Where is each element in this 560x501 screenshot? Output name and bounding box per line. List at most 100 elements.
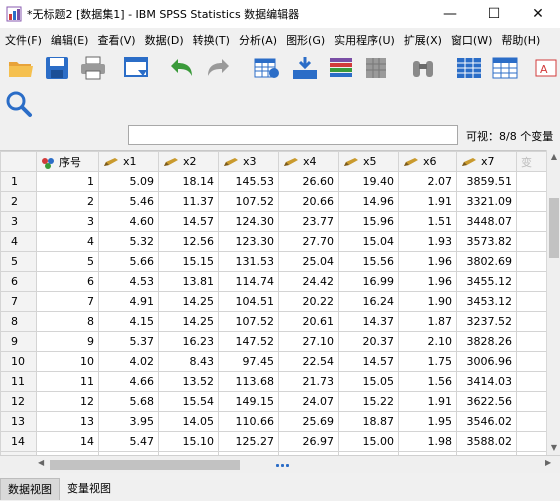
data-cell[interactable]: 3546.02: [456, 411, 517, 432]
data-cell[interactable]: 4.53: [98, 271, 159, 292]
data-cell[interactable]: 14.25: [158, 291, 219, 312]
data-cell[interactable]: 20.61: [278, 311, 339, 332]
data-cell[interactable]: 3802.69: [456, 251, 517, 272]
data-cell[interactable]: 18.87: [338, 411, 399, 432]
data-cell[interactable]: 19.40: [338, 171, 399, 192]
weight-cases-icon[interactable]: [490, 54, 520, 82]
data-cell[interactable]: 2.10: [398, 331, 457, 352]
column-header-x1[interactable]: x1: [98, 151, 159, 172]
data-cell[interactable]: 110.66: [218, 411, 279, 432]
data-cell[interactable]: 3321.09: [456, 191, 517, 212]
menu-file[interactable]: 文件(F): [0, 32, 46, 48]
horizontal-scrollbar[interactable]: ◀ ▶: [0, 455, 560, 473]
data-cell[interactable]: 3453.12: [456, 291, 517, 312]
menu-help[interactable]: 帮助(H): [496, 32, 544, 48]
data-cell[interactable]: 4.66: [98, 371, 159, 392]
close-button[interactable]: ✕: [516, 0, 560, 28]
data-cell[interactable]: 1.90: [398, 291, 457, 312]
data-cell[interactable]: 2: [36, 191, 99, 212]
column-header-x5[interactable]: x5: [338, 151, 399, 172]
data-cell[interactable]: 124.30: [218, 211, 279, 232]
data-cell[interactable]: 1.91: [398, 191, 457, 212]
data-cell[interactable]: 3414.03: [456, 371, 517, 392]
data-cell[interactable]: 107.52: [218, 311, 279, 332]
data-cell[interactable]: 14.25: [158, 311, 219, 332]
data-cell[interactable]: 11: [36, 371, 99, 392]
data-cell[interactable]: 25.69: [278, 411, 339, 432]
row-number-cell[interactable]: 4: [0, 231, 37, 252]
column-header-id[interactable]: 序号: [36, 151, 99, 172]
search-icon[interactable]: [4, 90, 34, 118]
cell-value-field[interactable]: [128, 125, 458, 145]
data-cell[interactable]: 20.37: [338, 331, 399, 352]
data-cell[interactable]: 15.15: [158, 251, 219, 272]
data-cell[interactable]: 14.37: [338, 311, 399, 332]
vertical-scrollbar[interactable]: ▲ ▼: [546, 150, 560, 455]
data-cell[interactable]: 1.56: [398, 371, 457, 392]
data-cell[interactable]: 114.74: [218, 271, 279, 292]
data-cell[interactable]: 1.95: [398, 411, 457, 432]
print-icon[interactable]: [78, 54, 108, 82]
row-number-cell[interactable]: 5: [0, 251, 37, 272]
maximize-button[interactable]: ☐: [472, 0, 516, 28]
goto-variable-icon[interactable]: [290, 54, 320, 82]
data-cell[interactable]: 4.91: [98, 291, 159, 312]
data-cell[interactable]: 4.60: [98, 211, 159, 232]
data-cell[interactable]: 14.57: [338, 351, 399, 372]
undo-icon[interactable]: [166, 54, 196, 82]
data-cell[interactable]: 21.73: [278, 371, 339, 392]
variables-icon[interactable]: [326, 54, 356, 82]
data-cell[interactable]: 113.68: [218, 371, 279, 392]
data-cell[interactable]: 5.46: [98, 191, 159, 212]
open-folder-icon[interactable]: [6, 54, 36, 82]
row-number-cell[interactable]: 8: [0, 311, 37, 332]
data-cell[interactable]: 1.93: [398, 231, 457, 252]
data-cell[interactable]: 123.30: [218, 231, 279, 252]
menu-utilities[interactable]: 实用程序(U): [329, 32, 399, 48]
data-cell[interactable]: 16.99: [338, 271, 399, 292]
row-number-cell[interactable]: 7: [0, 291, 37, 312]
data-cell[interactable]: 1.87: [398, 311, 457, 332]
row-number-cell[interactable]: 10: [0, 351, 37, 372]
column-header-x6[interactable]: x6: [398, 151, 457, 172]
data-cell[interactable]: 1.51: [398, 211, 457, 232]
data-cell[interactable]: 3006.96: [456, 351, 517, 372]
menu-extensions[interactable]: 扩展(X): [399, 32, 446, 48]
data-cell[interactable]: 9: [36, 331, 99, 352]
row-number-cell[interactable]: 1: [0, 171, 37, 192]
data-cell[interactable]: 15.05: [338, 371, 399, 392]
data-cell[interactable]: 12.56: [158, 231, 219, 252]
menu-window[interactable]: 窗口(W): [446, 32, 496, 48]
data-cell[interactable]: 3828.26: [456, 331, 517, 352]
menu-graphs[interactable]: 图形(G): [281, 32, 329, 48]
data-cell[interactable]: 15.00: [338, 431, 399, 452]
data-cell[interactable]: 8.43: [158, 351, 219, 372]
row-number-cell[interactable]: 6: [0, 271, 37, 292]
data-cell[interactable]: 16.24: [338, 291, 399, 312]
data-cell[interactable]: 4.15: [98, 311, 159, 332]
menu-analyze[interactable]: 分析(A): [234, 32, 281, 48]
horizontal-scroll-thumb[interactable]: [50, 460, 240, 470]
data-cell[interactable]: 27.10: [278, 331, 339, 352]
split-file-icon[interactable]: [454, 54, 484, 82]
data-cell[interactable]: 1.96: [398, 271, 457, 292]
binoculars-icon[interactable]: [408, 54, 438, 82]
data-cell[interactable]: 18.14: [158, 171, 219, 192]
data-cell[interactable]: 14.05: [158, 411, 219, 432]
data-cell[interactable]: 145.53: [218, 171, 279, 192]
column-header-x3[interactable]: x3: [218, 151, 279, 172]
data-cell[interactable]: 97.45: [218, 351, 279, 372]
tab-data-view[interactable]: 数据视图: [0, 478, 60, 500]
pane-splitter-icon[interactable]: [276, 464, 290, 467]
data-cell[interactable]: 3: [36, 211, 99, 232]
data-cell[interactable]: 13.81: [158, 271, 219, 292]
data-cell[interactable]: 15.96: [338, 211, 399, 232]
data-cell[interactable]: 13: [36, 411, 99, 432]
data-cell[interactable]: 15.22: [338, 391, 399, 412]
data-cell[interactable]: 10: [36, 351, 99, 372]
data-cell[interactable]: 1: [36, 171, 99, 192]
data-cell[interactable]: 5.47: [98, 431, 159, 452]
data-cell[interactable]: 12: [36, 391, 99, 412]
data-cell[interactable]: 125.27: [218, 431, 279, 452]
column-header-x7[interactable]: x7: [456, 151, 517, 172]
